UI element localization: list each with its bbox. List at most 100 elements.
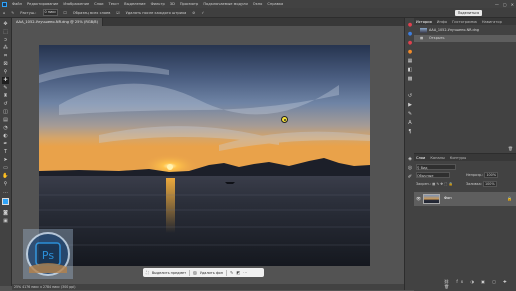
history-step[interactable]: ▦ Открыть bbox=[414, 35, 516, 42]
tab-paths[interactable]: Контуры bbox=[450, 156, 466, 160]
more-options-icon[interactable]: ⋯ bbox=[243, 270, 247, 275]
patterns-icon[interactable]: ▩ bbox=[406, 76, 414, 83]
path-select-tool-icon[interactable]: ➤ bbox=[2, 157, 9, 164]
menu-edit[interactable]: Редактирование bbox=[27, 2, 58, 6]
photoshop-logo-icon bbox=[2, 1, 7, 7]
menu-filter[interactable]: Фильтр bbox=[151, 2, 165, 6]
menu-type[interactable]: Текст bbox=[109, 2, 120, 6]
menu-3d[interactable]: 3D bbox=[170, 2, 175, 6]
menu-select[interactable]: Выделение bbox=[124, 2, 145, 6]
layer-row-background[interactable]: 👁 Фон 🔒 bbox=[414, 192, 516, 206]
menu-help[interactable]: Справка bbox=[267, 2, 283, 6]
layers-panel-icon[interactable]: ◈ bbox=[406, 156, 414, 163]
sample-all-layers-checkbox[interactable]: ☐ bbox=[64, 11, 67, 15]
menu-view[interactable]: Просмотр bbox=[180, 2, 198, 6]
pen-tool-icon[interactable]: ✒ bbox=[2, 141, 9, 148]
blur-tool-icon[interactable]: ◔ bbox=[2, 125, 9, 132]
dodge-tool-icon[interactable]: ◐ bbox=[2, 133, 9, 140]
cancel-icon[interactable]: ⊘ bbox=[192, 11, 195, 15]
menu-window[interactable]: Окно bbox=[253, 2, 263, 6]
menu-plugins[interactable]: Подключаемые модули bbox=[203, 2, 247, 6]
history-panel-icon[interactable]: ↺ bbox=[406, 93, 414, 100]
visibility-eye-icon[interactable]: 👁 bbox=[416, 196, 421, 201]
menu-layers[interactable]: Слои bbox=[94, 2, 103, 6]
history-snapshot[interactable]: AAA_1052-Улучшено-NR.dng bbox=[414, 27, 516, 34]
document-image[interactable] bbox=[39, 45, 370, 266]
tab-info[interactable]: Инфо bbox=[437, 20, 447, 24]
menu-image[interactable]: Изображение bbox=[63, 2, 89, 6]
tab-channels[interactable]: Каналы bbox=[430, 156, 444, 160]
learn-icon[interactable]: ● bbox=[406, 22, 414, 29]
watermark-logo: Ps bbox=[23, 229, 73, 279]
paths-panel-icon[interactable]: ✐ bbox=[406, 174, 414, 181]
share-button[interactable]: Поделиться bbox=[454, 10, 482, 16]
close-button[interactable]: ✕ bbox=[511, 2, 514, 7]
channels-panel-icon[interactable]: ◎ bbox=[406, 165, 414, 172]
remove-after-stroke-label: Удалять после каждого штриха bbox=[125, 10, 187, 15]
eyedropper-tool-icon[interactable]: ⚲ bbox=[2, 69, 9, 76]
healing-brush-tool-icon[interactable]: ✚ bbox=[2, 77, 9, 84]
menu-file[interactable]: Файл bbox=[12, 2, 22, 6]
maximize-button[interactable]: ▢ bbox=[503, 2, 507, 7]
commit-icon[interactable]: ✓ bbox=[201, 11, 204, 15]
zoom-tool-icon[interactable]: ⚲ bbox=[2, 181, 9, 188]
tab-navigator[interactable]: Навигатор bbox=[482, 20, 502, 24]
gradient-tool-icon[interactable]: ▤ bbox=[2, 117, 9, 124]
gradients-icon[interactable]: ◧ bbox=[406, 67, 414, 74]
actions-icon[interactable]: ▶ bbox=[406, 102, 414, 109]
more-tools-icon[interactable]: … bbox=[2, 189, 9, 196]
marquee-tool-icon[interactable]: ⬚ bbox=[2, 29, 9, 36]
history-brush-tool-icon[interactable]: ↺ bbox=[2, 101, 9, 108]
window-controls: — ▢ ✕ bbox=[495, 0, 514, 8]
screen-mode-icon[interactable]: ▣ bbox=[2, 218, 9, 225]
tab-history[interactable]: История bbox=[416, 20, 432, 24]
brush-settings-icon[interactable]: ✎ bbox=[406, 111, 414, 118]
opacity-input[interactable]: 100% bbox=[484, 172, 499, 178]
quick-select-tool-icon[interactable]: ⁂ bbox=[2, 45, 9, 52]
document-tab[interactable]: AAA_1052-Улучшено-NR.dng @ 25% (RGB/8) bbox=[12, 18, 103, 26]
adjustments-icon[interactable]: ● bbox=[406, 40, 414, 47]
foreground-color-swatch[interactable] bbox=[2, 198, 9, 205]
rectangle-tool-icon[interactable]: ▭ bbox=[2, 165, 9, 172]
layer-filter-select[interactable]: ⚲ Вид bbox=[416, 164, 456, 170]
crop-tool-icon[interactable]: ⌗ bbox=[2, 53, 9, 60]
quick-mask-icon[interactable]: ◙ bbox=[2, 210, 9, 217]
tab-layers[interactable]: Слои bbox=[416, 156, 425, 160]
minimize-button[interactable]: — bbox=[495, 2, 499, 7]
edit-icon[interactable]: ✎ bbox=[230, 270, 233, 275]
type-tool-icon[interactable]: T bbox=[2, 149, 9, 156]
clone-stamp-tool-icon[interactable]: ♜ bbox=[2, 93, 9, 100]
brush-icon[interactable]: ✎ bbox=[11, 11, 14, 15]
snapshot-thumbnail bbox=[420, 28, 427, 33]
remove-after-stroke-checkbox[interactable]: ☑ bbox=[116, 11, 119, 15]
feather-input[interactable]: 0 пикс bbox=[42, 9, 58, 16]
swatches-icon[interactable]: ▦ bbox=[406, 58, 414, 65]
select-subject-button[interactable]: Выделить предмет bbox=[152, 271, 186, 275]
frame-tool-icon[interactable]: ⊠ bbox=[2, 61, 9, 68]
tab-histogram[interactable]: Гистограмма bbox=[452, 20, 477, 24]
character-icon[interactable]: A bbox=[406, 120, 414, 127]
lock-icons[interactable]: ▦ ✎ ✥ ⬚ 🔒 bbox=[432, 182, 453, 186]
mask-icon[interactable]: ◩ bbox=[236, 270, 240, 275]
opacity-control: Непрозр.: 100% bbox=[466, 172, 514, 178]
home-icon[interactable]: ⌂ bbox=[3, 11, 5, 15]
eraser-tool-icon[interactable]: ◫ bbox=[2, 109, 9, 116]
move-tool-icon[interactable]: ✥ bbox=[2, 21, 9, 28]
hand-tool-icon[interactable]: ✋ bbox=[2, 173, 9, 180]
libraries-icon[interactable]: ● bbox=[406, 31, 414, 38]
layer-actions-bar[interactable]: ⛓ fx ◑ ▣ ▢ ✚ 🗑 bbox=[444, 279, 516, 289]
layers-panel-tabs: Слои Каналы Контуры bbox=[414, 154, 516, 161]
layer-thumbnail bbox=[423, 194, 440, 204]
history-step-icon: ▦ bbox=[420, 36, 424, 40]
blend-mode-select[interactable]: Обычные bbox=[416, 172, 450, 178]
remove-bg-icon: ▨ bbox=[193, 270, 197, 275]
remove-bg-button[interactable]: Удалить фон bbox=[200, 271, 223, 275]
properties-icon[interactable]: ● bbox=[406, 49, 414, 56]
fill-label: Заливка: bbox=[466, 182, 482, 186]
delete-state-icon[interactable]: 🗑 bbox=[508, 146, 513, 151]
paragraph-icon[interactable]: ¶ bbox=[406, 129, 414, 136]
lasso-tool-icon[interactable]: ↄ bbox=[2, 37, 9, 44]
fill-input[interactable]: 100% bbox=[482, 181, 497, 187]
brush-tool-icon[interactable]: ✎ bbox=[2, 85, 9, 92]
lock-icon[interactable]: 🔒 bbox=[507, 196, 512, 201]
